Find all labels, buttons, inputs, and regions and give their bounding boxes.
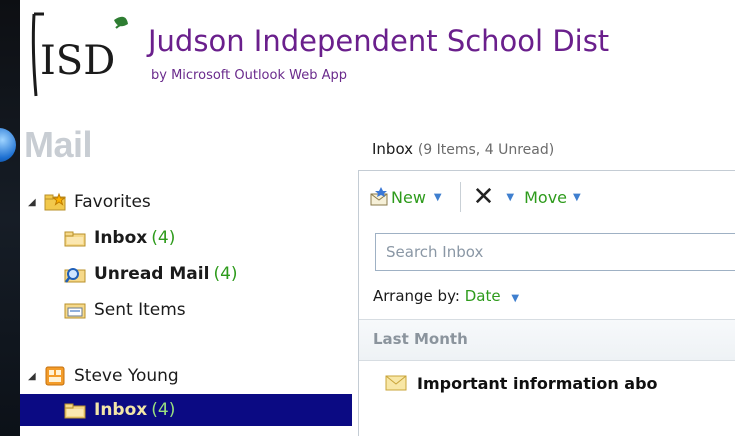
nav-item-account-inbox[interactable]: Inbox (4) <box>20 394 352 426</box>
by-line: by Microsoft Outlook Web App <box>151 68 347 83</box>
group-label: Last Month <box>373 330 468 348</box>
group-header: Last Month <box>359 319 735 361</box>
delete-dropdown-caret-icon[interactable]: ▼ <box>506 192 514 203</box>
new-dropdown-caret-icon[interactable]: ▼ <box>434 192 442 203</box>
jisd-logo: ISD <box>31 12 128 97</box>
mailbox-icon <box>45 366 65 386</box>
message-row[interactable]: Important information abo <box>385 369 658 397</box>
move-dropdown-caret-icon[interactable]: ▼ <box>573 192 581 203</box>
folder-icon <box>64 403 86 419</box>
new-button[interactable]: New <box>369 187 426 207</box>
new-label: New <box>391 187 426 207</box>
search-box <box>375 233 735 271</box>
header: ISD Judson Independent School Dist by Mi… <box>20 0 735 118</box>
nav-item-sent-items[interactable]: Sent Items <box>64 294 186 326</box>
expand-triangle-icon[interactable]: ◢ <box>28 197 38 208</box>
sent-items-icon <box>64 303 86 319</box>
unread-envelope-icon <box>385 375 407 391</box>
window-frame <box>0 0 20 436</box>
nav-item-unread-mail[interactable]: Unread Mail (4) <box>64 258 238 290</box>
svg-text:ISD: ISD <box>40 38 115 84</box>
nav-item-label: Inbox <box>94 400 148 420</box>
favorites-label: Favorites <box>74 192 151 212</box>
folder-header: Inbox (9 Items, 4 Unread) <box>372 140 554 158</box>
folder-pane: ◢ Favorites Inbox (4) Unread Mail (4) Se… <box>20 170 353 436</box>
search-folder-icon <box>64 268 86 283</box>
nav-item-favorites-inbox[interactable]: Inbox (4) <box>64 222 175 254</box>
new-mail-icon <box>370 187 388 206</box>
toolbar-separator <box>459 182 461 212</box>
owa-window: ISD Judson Independent School Dist by Mi… <box>0 0 735 436</box>
unread-count: (4) <box>151 228 176 248</box>
arrange-label: Arrange by: <box>373 287 460 305</box>
search-input[interactable] <box>376 234 728 270</box>
unread-count: (4) <box>213 264 238 284</box>
favorites-node[interactable]: ◢ Favorites <box>28 186 151 218</box>
folder-meta: (9 Items, 4 Unread) <box>417 142 555 158</box>
module-title: Mail <box>24 124 93 165</box>
nav-item-label: Sent Items <box>94 300 186 320</box>
arrange-by[interactable]: Arrange by: Date ▼ <box>373 287 519 305</box>
arrange-value[interactable]: Date <box>465 287 501 305</box>
favorites-folder-icon <box>44 192 66 211</box>
unread-count: (4) <box>151 400 176 420</box>
arrange-caret-icon[interactable]: ▼ <box>511 293 519 304</box>
message-list-pane: Inbox (9 Items, 4 Unread) New ▼ ✕ ▼ Move <box>352 118 735 436</box>
delete-icon[interactable]: ✕ <box>473 184 495 210</box>
org-title: Judson Independent School Dist <box>148 24 610 58</box>
toolbar: New ▼ ✕ ▼ Move ▼ <box>369 179 591 215</box>
nav-item-label: Unread Mail <box>94 264 210 284</box>
message-subject: Important information abo <box>417 373 658 393</box>
folder-title: Inbox <box>372 140 414 158</box>
account-label: Steve Young <box>74 366 179 386</box>
expand-triangle-icon[interactable]: ◢ <box>28 371 38 382</box>
account-node[interactable]: ◢ Steve Young <box>28 360 179 392</box>
folder-icon <box>64 231 86 247</box>
nav-item-label: Inbox <box>94 228 148 248</box>
list-container: New ▼ ✕ ▼ Move ▼ Arrange by: Date ▼ Last… <box>358 170 735 436</box>
move-button[interactable]: Move <box>524 188 567 207</box>
